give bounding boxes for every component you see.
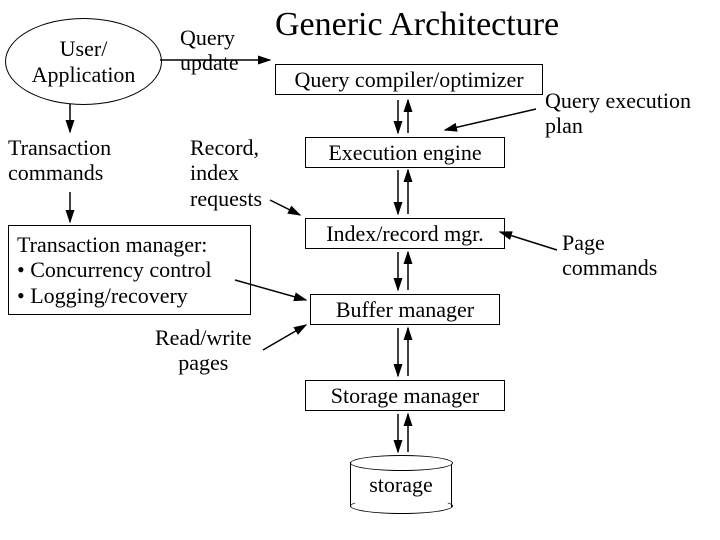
node-buffer-manager-label: Buffer manager <box>336 297 474 322</box>
label-query-execution-plan: Query execution plan <box>545 88 691 139</box>
label-read-write-pages: Read/write pages <box>155 325 252 376</box>
node-index-record-mgr-label: Index/record mgr. <box>326 221 484 246</box>
label-query-update: Query update <box>180 25 239 76</box>
node-buffer-manager: Buffer manager <box>310 294 500 325</box>
label-record-index-requests: Record, index requests <box>190 135 262 211</box>
transaction-manager-header: Transaction manager: <box>17 232 242 257</box>
label-transaction-commands: Transaction commands <box>8 135 111 186</box>
node-storage-cylinder: storage <box>350 462 452 507</box>
arrow-plan-to-exec <box>445 109 536 130</box>
node-storage-label: storage <box>369 472 433 497</box>
node-query-compiler-optimizer-label: Query compiler/optimizer <box>294 67 523 92</box>
label-page-commands: Page commands <box>562 230 657 281</box>
arrow-requests-to-index <box>270 200 300 215</box>
node-storage-manager: Storage manager <box>305 380 505 411</box>
diagram-title: Generic Architecture <box>275 6 559 44</box>
node-execution-engine: Execution engine <box>305 137 505 168</box>
transaction-manager-bullet-concurrency: • Concurrency control <box>17 257 242 282</box>
node-execution-engine-label: Execution engine <box>328 140 481 165</box>
node-query-compiler-optimizer: Query compiler/optimizer <box>275 64 543 95</box>
node-transaction-manager: Transaction manager: • Concurrency contr… <box>8 225 251 315</box>
transaction-manager-bullet-logging: • Logging/recovery <box>17 283 242 308</box>
node-index-record-mgr: Index/record mgr. <box>305 218 505 249</box>
node-user-application-label: User/ Application <box>32 36 136 87</box>
node-user-application: User/ Application <box>5 18 162 105</box>
node-storage-manager-label: Storage manager <box>331 383 479 408</box>
arrow-rwpages-to-buffer <box>263 325 306 350</box>
arrow-pagecmd-to-index <box>500 232 557 250</box>
